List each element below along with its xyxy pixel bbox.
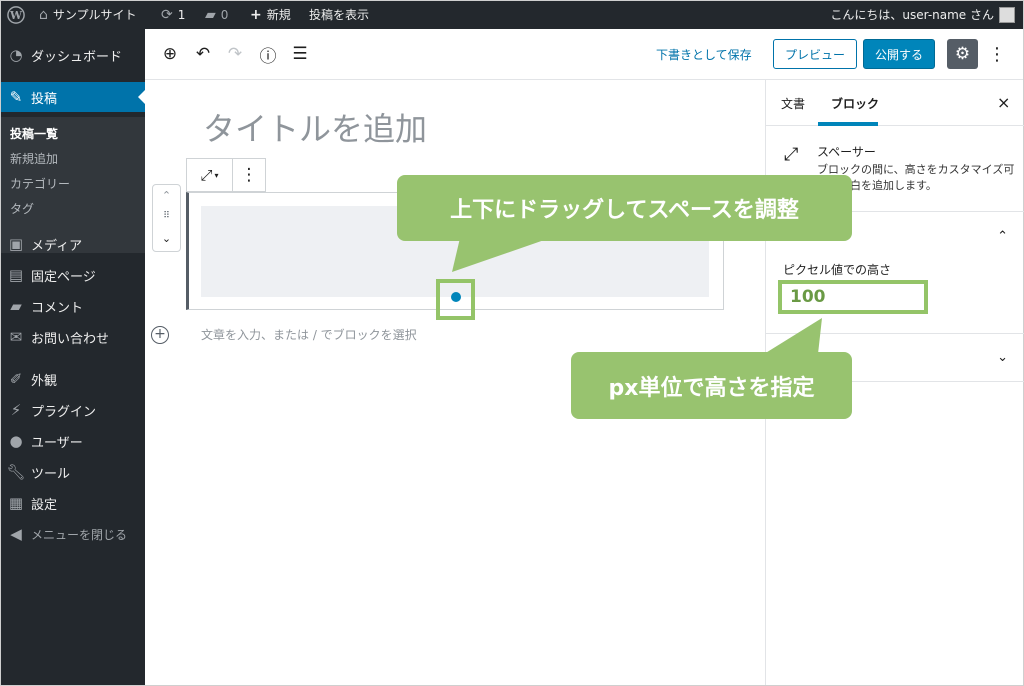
page-icon: ▤	[8, 266, 24, 284]
menu-label: コメント	[31, 300, 84, 316]
callout-tail-2	[764, 318, 822, 354]
svg-text:W: W	[9, 9, 23, 22]
menu-tools[interactable]: 🔧︎ ツール	[1, 457, 145, 487]
add-block-icon[interactable]: ⊕	[158, 42, 182, 66]
callout-tail-1	[452, 238, 550, 272]
outline-icon[interactable]: ☰	[288, 42, 312, 66]
settings-icon: ▦	[8, 494, 24, 512]
account-link[interactable]: こんにちは、user-name さん	[830, 1, 1015, 29]
greeting: こんにちは、user-name さん	[830, 8, 994, 22]
height-label: ピクセル値での高さ	[783, 263, 892, 277]
inserter-plus-icon[interactable]: +	[151, 326, 169, 344]
dashboard-icon: ◔	[9, 46, 23, 64]
admin-sidebar: ◔ ダッシュボード ✎ 投稿 投稿一覧 新規追加 カテゴリー タグ ▣ メディア…	[1, 29, 145, 685]
submenu-add-new[interactable]: 新規追加	[10, 150, 58, 167]
menu-appearance[interactable]: ✐ 外観	[1, 364, 145, 394]
menu-users[interactable]: ● ユーザー	[1, 426, 145, 456]
view-post-label: 投稿を表示	[309, 8, 370, 22]
drag-handle-icon[interactable]: ⠿	[153, 211, 180, 221]
menu-comments[interactable]: ▰ コメント	[1, 291, 145, 321]
menu-label: メディア	[31, 238, 83, 254]
callout-px: px単位で高さを指定	[571, 352, 852, 419]
updates-link[interactable]: ⟳ 1	[161, 1, 185, 29]
home-icon: ⌂	[39, 7, 48, 23]
block-more-icon[interactable]: ⋮	[233, 159, 265, 191]
menu-media[interactable]: ▣ メディア	[1, 229, 145, 259]
pin-icon: ✎	[9, 88, 23, 106]
settings-gear-icon[interactable]: ⚙	[947, 39, 978, 69]
comments-count: 0	[220, 8, 229, 22]
chevron-down-icon[interactable]: ⌄	[997, 350, 1008, 365]
menu-label: メニューを閉じる	[31, 527, 128, 542]
comment-icon: ▰	[10, 297, 22, 315]
tab-block[interactable]: ブロック	[831, 95, 879, 112]
mail-icon: ✉	[9, 328, 23, 346]
menu-plugins[interactable]: ⚡ プラグイン	[1, 395, 145, 425]
resize-handle[interactable]	[451, 292, 461, 302]
menu-posts[interactable]: ✎ 投稿	[1, 82, 145, 112]
more-options-icon[interactable]: ⋮	[988, 42, 1006, 66]
submenu-all-posts[interactable]: 投稿一覧	[10, 125, 58, 142]
plus-icon: +	[250, 7, 262, 23]
close-icon[interactable]: ×	[997, 93, 1010, 112]
updates-count: 1	[177, 8, 186, 22]
save-draft-button[interactable]: 下書きとして保存	[656, 46, 752, 63]
admin-bar: W ⌂ サンプルサイト ⟳ 1 ▰ 0 + 新規 投稿を表示 こんにちは、use…	[1, 1, 1023, 29]
undo-icon[interactable]: ↶	[191, 42, 215, 66]
media-icon: ▣	[8, 235, 24, 253]
callout-drag: 上下にドラッグしてスペースを調整	[397, 175, 852, 241]
publish-button[interactable]: 公開する	[863, 39, 935, 69]
block-transform-icon[interactable]: ⤢ ▾	[187, 159, 233, 191]
sidebar-tabs: 文書 ブロック ×	[766, 80, 1024, 126]
site-name-link[interactable]: ⌂ サンプルサイト	[39, 1, 137, 29]
menu-label: プラグイン	[31, 404, 97, 420]
menu-contact[interactable]: ✉ お問い合わせ	[1, 322, 145, 352]
chevron-up-icon[interactable]: ⌃	[997, 229, 1008, 244]
menu-label: 固定ページ	[31, 269, 96, 285]
avatar	[999, 7, 1015, 23]
menu-label: ユーザー	[31, 435, 83, 451]
preview-button[interactable]: プレビュー	[773, 39, 857, 69]
menu-dashboard[interactable]: ◔ ダッシュボード	[1, 40, 145, 70]
menu-label: ツール	[31, 466, 71, 482]
menu-label: 投稿	[31, 91, 58, 107]
comments-link[interactable]: ▰ 0	[205, 1, 228, 29]
redo-icon[interactable]: ↷	[223, 42, 247, 66]
move-down-icon[interactable]: ⌄	[153, 232, 180, 245]
new-content-link[interactable]: + 新規	[250, 1, 291, 29]
post-title-input[interactable]: タイトルを追加	[203, 104, 427, 150]
menu-label: 設定	[31, 497, 58, 513]
editor-toolbar: ⊕ ↶ ↷ ⓘ ☰ 下書きとして保存 プレビュー 公開する ⚙ ⋮	[145, 29, 1023, 80]
wp-logo-icon[interactable]: W	[7, 1, 25, 29]
menu-collapse[interactable]: ◀ メニューを閉じる	[1, 519, 145, 549]
menu-settings[interactable]: ▦ 設定	[1, 488, 145, 518]
info-icon[interactable]: ⓘ	[256, 42, 280, 67]
menu-label: ダッシュボード	[31, 49, 123, 65]
block-mover: ⌃ ⠿ ⌄	[152, 184, 181, 252]
comment-bubble-icon: ▰	[205, 7, 216, 23]
view-post-link[interactable]: 投稿を表示	[309, 1, 369, 29]
brush-icon: ✐	[9, 370, 23, 388]
move-up-icon[interactable]: ⌃	[153, 189, 180, 202]
refresh-icon: ⟳	[161, 7, 173, 23]
spacer-icon: ⤢	[784, 144, 799, 165]
submenu-categories[interactable]: カテゴリー	[10, 175, 70, 192]
block-name: スペーサー	[817, 145, 876, 159]
tab-document[interactable]: 文書	[781, 95, 805, 112]
menu-label: お問い合わせ	[31, 331, 110, 347]
menu-pages[interactable]: ▤ 固定ページ	[1, 260, 145, 290]
default-block-appender[interactable]: 文章を入力、または / でブロックを選択	[201, 326, 417, 343]
plugin-icon: ⚡	[10, 401, 22, 419]
collapse-icon: ◀	[10, 525, 22, 543]
new-label: 新規	[266, 8, 291, 22]
user-icon: ●	[9, 432, 23, 450]
block-toolbar: ⤢ ▾ ⋮	[186, 158, 266, 192]
height-input[interactable]: 100	[778, 280, 928, 314]
menu-label: 外観	[31, 373, 58, 389]
wrench-icon: 🔧︎	[6, 463, 26, 481]
submenu-tags[interactable]: タグ	[10, 200, 34, 217]
site-name: サンプルサイト	[52, 8, 137, 22]
